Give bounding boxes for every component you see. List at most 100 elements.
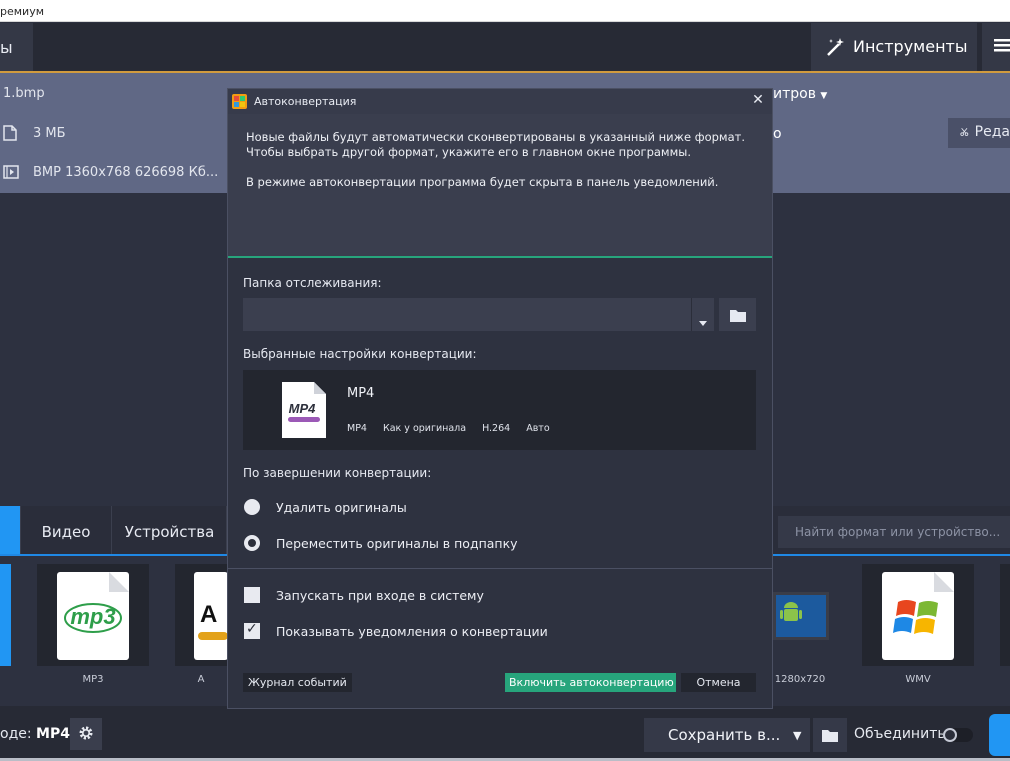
event-log-button[interactable]: Журнал событий [243, 673, 352, 692]
show-notifications-checkbox[interactable] [244, 621, 260, 639]
tab-active-indicator[interactable] [0, 506, 20, 554]
move-originals-label[interactable]: Переместить оригиналы в подпапку [276, 536, 518, 551]
conversion-settings-label: Выбранные настройки конвертации: [243, 347, 477, 361]
subtitles-label: итров [773, 86, 816, 102]
conversion-preset: MP4 MP4 MP4 Как у оригинала H.264 Авто [243, 370, 756, 450]
move-originals-radio[interactable] [244, 535, 260, 551]
format-tile-mp3[interactable]: mp3 [37, 564, 149, 666]
magic-wand-icon [827, 38, 844, 56]
watch-folder-dropdown[interactable] [691, 298, 714, 331]
save-to-button[interactable]: Сохранить в... ▼ [644, 718, 810, 752]
mp3-icon: mp3 [57, 572, 129, 660]
android-tablet-icon [773, 592, 829, 640]
hamburger-icon [994, 39, 1010, 52]
watch-folder-input[interactable] [243, 298, 691, 331]
browse-folder-button[interactable] [719, 298, 756, 331]
preset-resolution: Как у оригинала [382, 423, 467, 434]
folder-icon [730, 310, 746, 322]
convert-button[interactable] [989, 714, 1010, 756]
output-format-value: MP4 [36, 726, 70, 742]
file-size-row: 3 МБ [3, 125, 66, 141]
format-tile-wmv-label: WMV [905, 674, 931, 685]
edit-label: Реда [974, 124, 1010, 140]
preset-codec: H.264 [482, 423, 511, 434]
output-folder-button[interactable] [813, 718, 847, 752]
enable-autoconvert-button[interactable]: Включить автоконвертацию [505, 673, 676, 692]
file-icon [3, 125, 17, 141]
main-toolbar: ы Инструменты [0, 23, 1010, 71]
caret-down-icon [699, 321, 707, 326]
add-files-button[interactable]: ы [0, 23, 33, 71]
enable-autoconvert-label: Включить автоконвертацию [509, 676, 674, 689]
edit-button[interactable]: Реда [948, 118, 1010, 148]
add-files-label: ы [0, 38, 13, 57]
after-conversion-label: По завершении конвертации: [243, 466, 432, 480]
preset-audio: Авто [526, 423, 550, 434]
audio-track-label: о [773, 126, 782, 142]
merge-label: Объединить [854, 726, 946, 742]
video-info-icon [3, 165, 19, 179]
mp4-format-icon: MP4 [282, 382, 326, 438]
delete-originals-label[interactable]: Удалить оригиналы [276, 500, 407, 515]
app-icon [232, 94, 247, 109]
preset-specs: MP4 Как у оригинала H.264 Авто [347, 423, 550, 434]
format-search-input[interactable]: Найти формат или устройство... [778, 516, 1010, 548]
dialog-info-panel: Новые файлы будут автоматически сконверт… [228, 114, 772, 258]
tab-devices[interactable]: Устройства [113, 506, 227, 554]
bottom-bar: оде: MP4 Сохранить в... ▼ Объединить [0, 706, 1010, 761]
merge-toggle[interactable] [943, 728, 973, 742]
merge-toggle-knob [943, 728, 957, 742]
windows-icon [882, 572, 954, 660]
tile-selected-edge[interactable] [0, 564, 11, 666]
dialog-titlebar: Автоконвертация ✕ [228, 89, 772, 114]
file-info-row: BMP 1360x768 626698 Кб... [3, 164, 218, 180]
run-at-startup-label[interactable]: Запускать при входе в систему [276, 588, 484, 603]
dialog-title: Автоконвертация [254, 95, 357, 108]
info-paragraph-1: Новые файлы будут автоматически сконверт… [246, 130, 745, 159]
window-titlebar: ремиум [0, 0, 1010, 22]
scissors-icon [960, 127, 969, 136]
output-settings-button[interactable] [70, 718, 102, 750]
tab-video-label: Видео [41, 523, 91, 541]
folder-icon [822, 730, 838, 742]
file-size: 3 МБ [33, 125, 66, 141]
info-paragraph-2: В режиме автоконвертации программа будет… [246, 175, 719, 189]
tab-devices-label: Устройства [124, 523, 215, 541]
file-name-row: 1.bmp [3, 86, 45, 101]
cancel-label: Отмена [696, 676, 741, 689]
window-title: ремиум [0, 5, 45, 18]
chevron-down-icon: ▼ [820, 91, 828, 101]
svg-text:MP4: MP4 [289, 401, 317, 416]
show-notifications-label[interactable]: Показывать уведомления о конвертации [276, 624, 548, 639]
format-tile-next[interactable] [1000, 564, 1010, 666]
preset-name: MP4 [347, 386, 375, 401]
format-tile-mp3-label: MP3 [82, 674, 104, 685]
format-tile-android-label: - 1280x720 [768, 674, 826, 685]
audio-label: о [773, 126, 782, 142]
watch-folder-label: Папка отслеживания: [243, 276, 382, 290]
gear-icon [79, 726, 93, 740]
tools-label: Инструменты [853, 37, 968, 56]
svg-text:mp3: mp3 [70, 604, 115, 629]
autoconvert-dialog: Автоконвертация ✕ Новые файлы будут авто… [227, 88, 773, 709]
format-tile-audio[interactable]: A [175, 564, 228, 666]
file-info: BMP 1360x768 626698 Кб... [33, 164, 219, 180]
audio-format-icon: A [194, 572, 228, 660]
run-at-startup-checkbox[interactable] [244, 587, 260, 603]
format-search-placeholder: Найти формат или устройство... [795, 525, 1001, 539]
format-tile-wmv[interactable] [862, 564, 974, 666]
chevron-down-icon[interactable]: ▼ [793, 729, 801, 742]
main-menu-button[interactable] [982, 23, 1010, 71]
output-format-label: оде: MP4 [0, 726, 70, 742]
close-icon[interactable]: ✕ [749, 92, 767, 110]
subtitles-dropdown[interactable]: итров ▼ [773, 86, 827, 102]
format-tile-android[interactable] [773, 564, 829, 666]
tab-video[interactable]: Видео [20, 506, 112, 554]
save-to-label: Сохранить в... [668, 726, 781, 744]
event-log-label: Журнал событий [248, 676, 347, 689]
output-format-prefix: оде: [0, 726, 32, 742]
file-name: 1.bmp [3, 86, 45, 101]
tools-button[interactable]: Инструменты [811, 23, 977, 71]
cancel-button[interactable]: Отмена [681, 673, 756, 692]
delete-originals-radio[interactable] [244, 499, 260, 515]
